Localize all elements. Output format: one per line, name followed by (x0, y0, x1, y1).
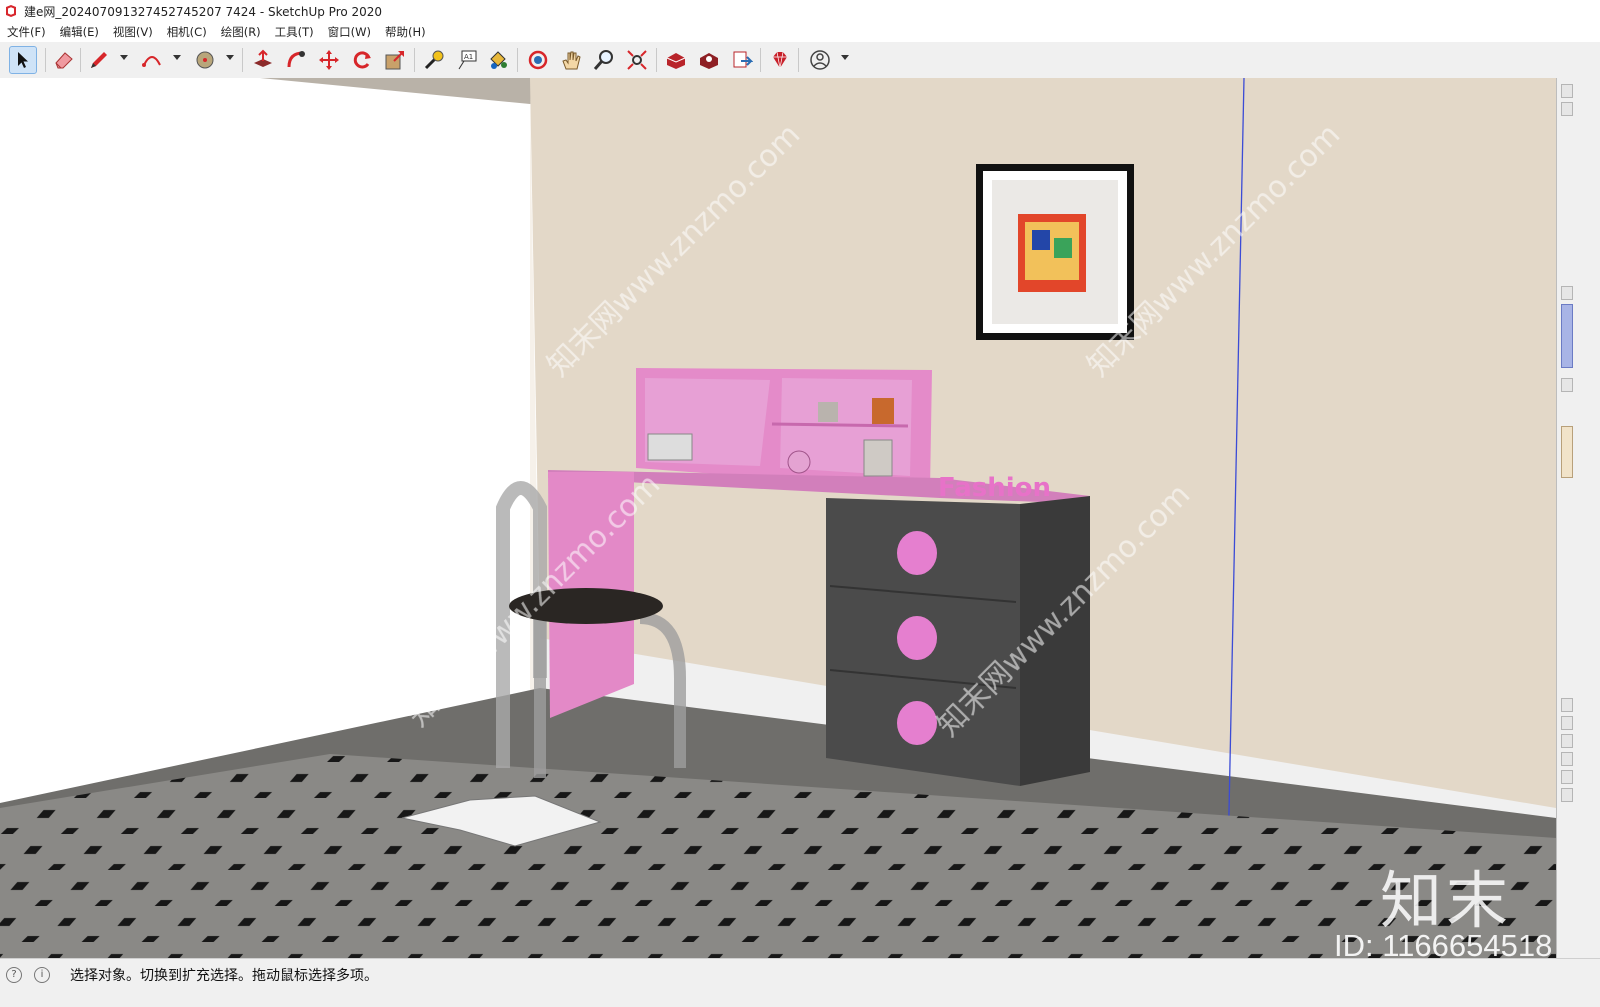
move-tool-button[interactable] (315, 46, 343, 74)
pencil-icon (91, 52, 107, 68)
arc-dropdown-icon[interactable] (173, 55, 181, 60)
3d-viewport[interactable]: 知末网www.znzmo.com 知末网www.znzmo.com 知末网www… (0, 78, 1556, 958)
move-arrows-icon (319, 50, 339, 70)
tape-measure-icon (424, 50, 444, 70)
tray-color-swatch[interactable] (1561, 426, 1573, 478)
text-label-icon: A1 (458, 50, 477, 70)
main-toolbar: A1 (0, 42, 1600, 79)
menu-bar: 文件(F) 编辑(E) 视图(V) 相机(C) 绘图(R) 工具(T) 窗口(W… (0, 22, 1600, 42)
menu-edit[interactable]: 编辑(E) (53, 24, 106, 40)
pan-tool-button[interactable] (557, 46, 585, 74)
magnifier-icon (593, 50, 613, 70)
hand-icon (562, 51, 581, 70)
arrow-cursor-icon (18, 52, 28, 68)
paint-bucket-icon (490, 51, 507, 69)
tray-tab-4[interactable] (1561, 378, 1573, 392)
eraser-tool-button[interactable] (50, 46, 78, 74)
drawer-knob-middle (897, 616, 937, 660)
tray-tab-3[interactable] (1561, 286, 1573, 300)
circle-tool-button[interactable] (191, 46, 219, 74)
warehouse-icon (666, 53, 686, 69)
send-to-layout-button[interactable] (728, 46, 756, 74)
zoom-extents-tool-button[interactable] (623, 46, 651, 74)
pushpull-tool-button[interactable] (249, 46, 277, 74)
extension-warehouse-button[interactable] (695, 46, 723, 74)
tray-tab-1[interactable] (1561, 84, 1573, 98)
window-title: 建e网_202407091327452745207 7424 - SketchU… (24, 4, 383, 19)
circle-icon (196, 51, 214, 69)
arc-icon (142, 56, 161, 67)
tray-tab-6[interactable] (1561, 716, 1573, 730)
geo-location-icon[interactable]: ? (6, 967, 22, 983)
alarm-clock (647, 433, 693, 461)
menu-view[interactable]: 视图(V) (106, 24, 160, 40)
tray-scroll-thumb[interactable] (1561, 304, 1573, 368)
menu-camera[interactable]: 相机(C) (160, 24, 214, 40)
fashion-sign: Fashion (938, 473, 1051, 503)
title-bar: 建e网_202407091327452745207 7424 - SketchU… (0, 0, 1600, 22)
select-tool-button[interactable] (9, 46, 37, 74)
perfume-bottle (787, 450, 811, 474)
drawer-knob-top (897, 531, 937, 575)
tray-tab-8[interactable] (1561, 752, 1573, 766)
orbit-tool-button[interactable] (524, 46, 552, 74)
followme-icon (287, 51, 305, 68)
drawer-knob-bottom (897, 701, 937, 745)
tape-measure-tool-button[interactable] (420, 46, 448, 74)
pencil-tool-button[interactable] (85, 46, 113, 74)
zoom-tool-button[interactable] (590, 46, 618, 74)
ruby-console-button[interactable] (766, 46, 794, 74)
watermark-id: ID: 1166654518 (1334, 928, 1553, 958)
account-button[interactable] (806, 46, 834, 74)
sketchup-app-icon (6, 5, 16, 17)
scale-tool-button[interactable] (381, 46, 409, 74)
3d-warehouse-button[interactable] (662, 46, 690, 74)
shape-dropdown-icon[interactable] (226, 55, 234, 60)
pencil-dropdown-icon[interactable] (120, 55, 128, 60)
extension-warehouse-icon (700, 53, 718, 69)
arc-tool-button[interactable] (138, 46, 166, 74)
status-text: 选择对象。切换到扩充选择。拖动鼠标选择多项。 (70, 968, 378, 984)
menu-tools[interactable]: 工具(T) (268, 24, 321, 40)
tray-tab-10[interactable] (1561, 788, 1573, 802)
info-icon[interactable]: i (34, 967, 50, 983)
menu-window[interactable]: 窗口(W) (321, 24, 378, 40)
followme-tool-button[interactable] (282, 46, 310, 74)
orange-jar (872, 398, 894, 424)
tray-collapsed-strip (1556, 78, 1600, 958)
scale-icon (385, 51, 404, 70)
menu-file[interactable]: 文件(F) (0, 24, 53, 40)
layout-icon (733, 51, 753, 68)
candle-jar (818, 402, 838, 422)
tray-tab-9[interactable] (1561, 770, 1573, 784)
status-bar: ? i 选择对象。切换到扩充选择。拖动鼠标选择多项。 (0, 958, 1600, 1007)
tray-tab-7[interactable] (1561, 734, 1573, 748)
paint-bucket-tool-button[interactable] (484, 46, 512, 74)
tray-tab-5[interactable] (1561, 698, 1573, 712)
svg-text:A1: A1 (464, 53, 473, 61)
rotate-icon (353, 51, 371, 69)
pushpull-icon (254, 49, 272, 67)
photo-stand (863, 439, 893, 477)
text-tool-button[interactable]: A1 (453, 46, 481, 74)
zoom-extents-icon (627, 50, 647, 70)
scene-canvas[interactable]: 知末网www.znzmo.com 知末网www.znzmo.com 知末网www… (0, 78, 1556, 958)
tray-tab-2[interactable] (1561, 102, 1573, 116)
account-dropdown-icon[interactable] (841, 55, 849, 60)
ruby-gem-icon (773, 51, 787, 69)
user-account-icon (810, 50, 830, 70)
eraser-icon (55, 52, 73, 69)
watermark-logo: 知末 (1380, 864, 1513, 937)
orbit-icon (528, 50, 548, 70)
menu-help[interactable]: 帮助(H) (378, 24, 433, 40)
menu-draw[interactable]: 绘图(R) (214, 24, 268, 40)
rotate-tool-button[interactable] (348, 46, 376, 74)
